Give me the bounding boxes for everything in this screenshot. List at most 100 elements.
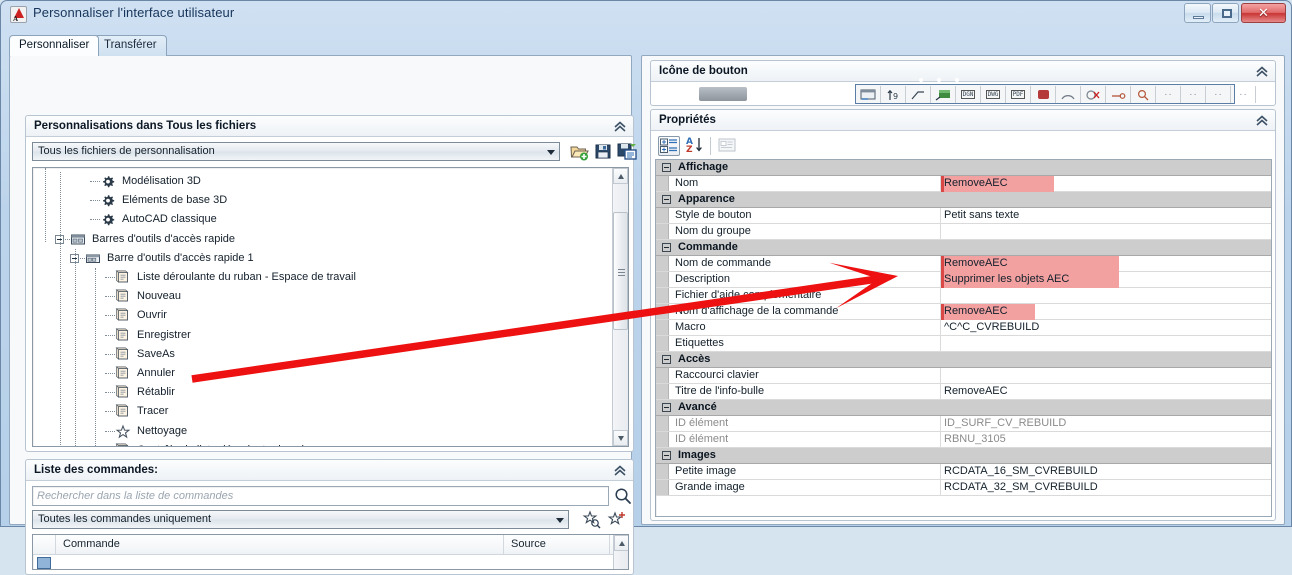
property-row[interactable]: Nom du groupe bbox=[656, 224, 1271, 240]
property-category[interactable]: Affichage bbox=[656, 160, 1271, 176]
scrollbar-thumb[interactable] bbox=[613, 212, 628, 330]
property-row[interactable]: Nom d'affichage de la commandeRemoveAEC bbox=[656, 304, 1271, 320]
property-gutter bbox=[656, 336, 669, 351]
collapse-category-icon[interactable] bbox=[662, 243, 671, 252]
property-value[interactable]: RemoveAEC bbox=[944, 177, 1008, 189]
property-row[interactable]: Titre de l'info-bulleRemoveAEC bbox=[656, 384, 1271, 400]
property-value[interactable]: RemoveAEC bbox=[944, 257, 1008, 269]
collapse-chevron-icon[interactable] bbox=[613, 121, 627, 133]
open-cui-icon[interactable] bbox=[569, 142, 589, 161]
property-gutter bbox=[656, 464, 669, 479]
button-icon-title: Icône de bouton bbox=[659, 65, 748, 77]
block-red-icon[interactable] bbox=[1031, 86, 1056, 103]
save-all-cui-icon[interactable] bbox=[617, 142, 637, 161]
collapse-category-icon[interactable] bbox=[662, 163, 671, 172]
gallery-cell-dwg[interactable]: DWG bbox=[981, 86, 1006, 103]
tab-transferer[interactable]: Transférer bbox=[94, 35, 167, 56]
property-row[interactable]: ID élémentRBNU_3105 bbox=[656, 432, 1271, 448]
magnifier-icon[interactable] bbox=[614, 487, 632, 505]
property-row[interactable]: ID élémentID_SURF_CV_REBUILD bbox=[656, 416, 1271, 432]
gallery-cell-dots-3[interactable]: ·· bbox=[1206, 86, 1231, 103]
search-input[interactable]: Rechercher dans la liste de commandes bbox=[32, 486, 609, 506]
close-button[interactable]: ✕ bbox=[1241, 3, 1286, 23]
gallery-cell-pdf[interactable]: PDF bbox=[1006, 86, 1031, 103]
property-value[interactable]: ID_SURF_CV_REBUILD bbox=[944, 417, 1066, 429]
render-icon[interactable] bbox=[931, 86, 956, 103]
customization-file-combo[interactable]: Tous les fichiers de personnalisation bbox=[32, 142, 560, 161]
chevron-down-icon bbox=[547, 150, 555, 155]
collapse-chevron-icon[interactable] bbox=[1255, 66, 1269, 78]
panel-splitter-handle[interactable] bbox=[919, 77, 959, 83]
scroll-down-icon[interactable] bbox=[613, 430, 628, 446]
star-new-icon[interactable] bbox=[607, 510, 627, 529]
leader-icon[interactable] bbox=[906, 86, 931, 103]
categorized-view-icon[interactable] bbox=[658, 136, 680, 156]
gallery-cell-dots-2[interactable]: ·· bbox=[1181, 86, 1206, 103]
alphabetic-sort-icon[interactable]: A Z bbox=[685, 136, 707, 156]
property-value[interactable]: RCDATA_32_SM_CVREBUILD bbox=[944, 481, 1098, 493]
command-table[interactable]: Commande Source bbox=[32, 534, 629, 570]
gallery-cell-dots-4[interactable]: ·· bbox=[1231, 86, 1256, 103]
collapse-category-icon[interactable] bbox=[662, 195, 671, 204]
property-help-icon[interactable] bbox=[717, 136, 739, 156]
collapse-category-icon[interactable] bbox=[662, 355, 671, 364]
property-category[interactable]: Images bbox=[656, 448, 1271, 464]
customizations-tree[interactable]: Modélisation 3DEléments de base 3DAutoCA… bbox=[32, 167, 629, 447]
property-row[interactable]: NomRemoveAEC bbox=[656, 176, 1271, 192]
vport-icon[interactable] bbox=[856, 86, 881, 103]
star-search-icon[interactable] bbox=[582, 510, 602, 529]
property-row[interactable]: Macro^C^C_CVREBUILD bbox=[656, 320, 1271, 336]
tab-personnaliser[interactable]: Personnaliser bbox=[9, 35, 99, 56]
gallery-cell-dots-1[interactable]: ·· bbox=[1156, 86, 1181, 103]
gallery-cell-dgn[interactable]: DGN bbox=[956, 86, 981, 103]
zoom-icon[interactable] bbox=[1131, 86, 1156, 103]
tree-item-label: Nettoyage bbox=[137, 422, 187, 441]
property-row[interactable]: DescriptionSupprimer les objets AEC bbox=[656, 272, 1271, 288]
property-value[interactable]: Supprimer les objets AEC bbox=[944, 273, 1069, 285]
column-header-source[interactable]: Source bbox=[511, 538, 546, 550]
property-row[interactable]: Style de boutonPetit sans texte bbox=[656, 208, 1271, 224]
property-value[interactable]: RBNU_3105 bbox=[944, 433, 1006, 445]
scroll-up-icon[interactable] bbox=[614, 535, 629, 551]
scroll-up-icon[interactable] bbox=[613, 168, 628, 184]
property-value[interactable]: Petit sans texte bbox=[944, 209, 1019, 221]
property-gutter bbox=[656, 256, 669, 271]
command-icon bbox=[115, 308, 131, 323]
column-header-commande[interactable]: Commande bbox=[63, 538, 120, 550]
collapse-chevron-icon[interactable] bbox=[613, 465, 627, 477]
property-row[interactable]: Raccourci clavier bbox=[656, 368, 1271, 384]
collapse-chevron-icon[interactable] bbox=[1255, 115, 1269, 127]
command-filter-combo[interactable]: Toutes les commandes uniquement bbox=[32, 510, 569, 529]
line-node-icon[interactable] bbox=[1106, 86, 1131, 103]
icon-gallery[interactable]: 9DGNDWGPDF········ bbox=[855, 84, 1235, 104]
property-value[interactable]: ^C^C_CVREBUILD bbox=[944, 321, 1039, 333]
maximize-button[interactable] bbox=[1212, 3, 1239, 23]
command-icon bbox=[115, 404, 131, 419]
properties-grid[interactable]: AffichageNomRemoveAECApparenceStyle de b… bbox=[655, 159, 1272, 517]
property-value[interactable]: RemoveAEC bbox=[944, 385, 1008, 397]
collapse-category-icon[interactable] bbox=[662, 451, 671, 460]
property-category[interactable]: Accès bbox=[656, 352, 1271, 368]
property-category[interactable]: Avancé bbox=[656, 400, 1271, 416]
property-row[interactable]: Petite imageRCDATA_16_SM_CVREBUILD bbox=[656, 464, 1271, 480]
property-row[interactable]: Fichier d'aide complémentaire bbox=[656, 288, 1271, 304]
erase-icon[interactable] bbox=[1081, 86, 1106, 103]
property-row[interactable]: Grande image RCDATA_32_SM_CVREBUILD bbox=[656, 480, 1271, 496]
minimize-button[interactable] bbox=[1184, 3, 1211, 23]
save-cui-icon[interactable] bbox=[593, 142, 613, 161]
arc-icon[interactable] bbox=[1056, 86, 1081, 103]
arrow-up-icon[interactable]: 9 bbox=[881, 86, 906, 103]
property-gutter bbox=[656, 368, 669, 383]
property-category[interactable]: Commande bbox=[656, 240, 1271, 256]
property-value[interactable]: RCDATA_16_SM_CVREBUILD bbox=[944, 465, 1098, 477]
property-row[interactable]: Etiquettes bbox=[656, 336, 1271, 352]
property-row[interactable]: Nom de commandeRemoveAEC bbox=[656, 256, 1271, 272]
property-value[interactable]: RemoveAEC bbox=[944, 305, 1008, 317]
tree-vertical-scrollbar[interactable] bbox=[612, 168, 628, 446]
command-table-scrollbar[interactable] bbox=[613, 535, 628, 569]
collapse-category-icon[interactable] bbox=[662, 403, 671, 412]
search-placeholder: Rechercher dans la liste de commandes bbox=[37, 490, 233, 502]
property-category[interactable]: Apparence bbox=[656, 192, 1271, 208]
table-row[interactable] bbox=[33, 556, 628, 570]
property-name: Grande image bbox=[675, 481, 745, 493]
